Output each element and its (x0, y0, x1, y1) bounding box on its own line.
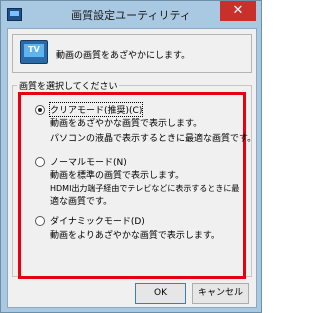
dynamic-mode-label[interactable]: ダイナミックモード(D) (50, 214, 145, 227)
clear-mode-desc-1: 動画をあざやかな画質で表示します。 (50, 119, 203, 129)
quality-group: 画質を選択してください クリアモード(推奨)(C) 動画をあざやかな画質で表示し… (12, 79, 256, 279)
dynamic-mode-desc-1: 動画をよりあざやかな画質で表示します。 (50, 231, 220, 241)
close-button[interactable]: ✕ (220, 1, 256, 21)
normal-mode-desc-3: 適な画質です。 (50, 197, 113, 207)
dialog-window: 画質設定ユーティリティ ✕ TV 動画の画質をあざやかにします。 画質を選択して… (0, 0, 262, 313)
ok-button[interactable]: OK (135, 283, 186, 304)
dynamic-mode-radio[interactable] (35, 216, 45, 226)
group-legend: 画質を選択してください (17, 79, 120, 92)
info-text: 動画の画質をあざやかにします。 (56, 51, 191, 61)
normal-mode-radio[interactable] (35, 157, 45, 167)
normal-mode-desc-1: 動画を標準の画質で表示します。 (50, 171, 185, 181)
dialog-body: TV 動画の画質をあざやかにします。 画質を選択してください クリアモード(推奨… (7, 28, 257, 308)
cancel-button[interactable]: キャンセル (192, 283, 249, 304)
clear-mode-label[interactable]: クリアモード(推奨)(C) (48, 102, 144, 117)
clear-mode-desc-2: パソコンの液晶で表示するときに最適な画質です。 (50, 134, 257, 144)
normal-mode-desc-2: HDMI出力端子経由でテレビなどに表示するときに最 (50, 184, 240, 193)
normal-mode-label[interactable]: ノーマルモード(N) (50, 155, 127, 168)
tv-icon: TV (20, 40, 48, 64)
clear-mode-radio[interactable] (35, 105, 45, 115)
title-bar[interactable]: 画質設定ユーティリティ ✕ (1, 1, 261, 28)
info-panel: TV 動画の画質をあざやかにします。 (12, 34, 252, 73)
